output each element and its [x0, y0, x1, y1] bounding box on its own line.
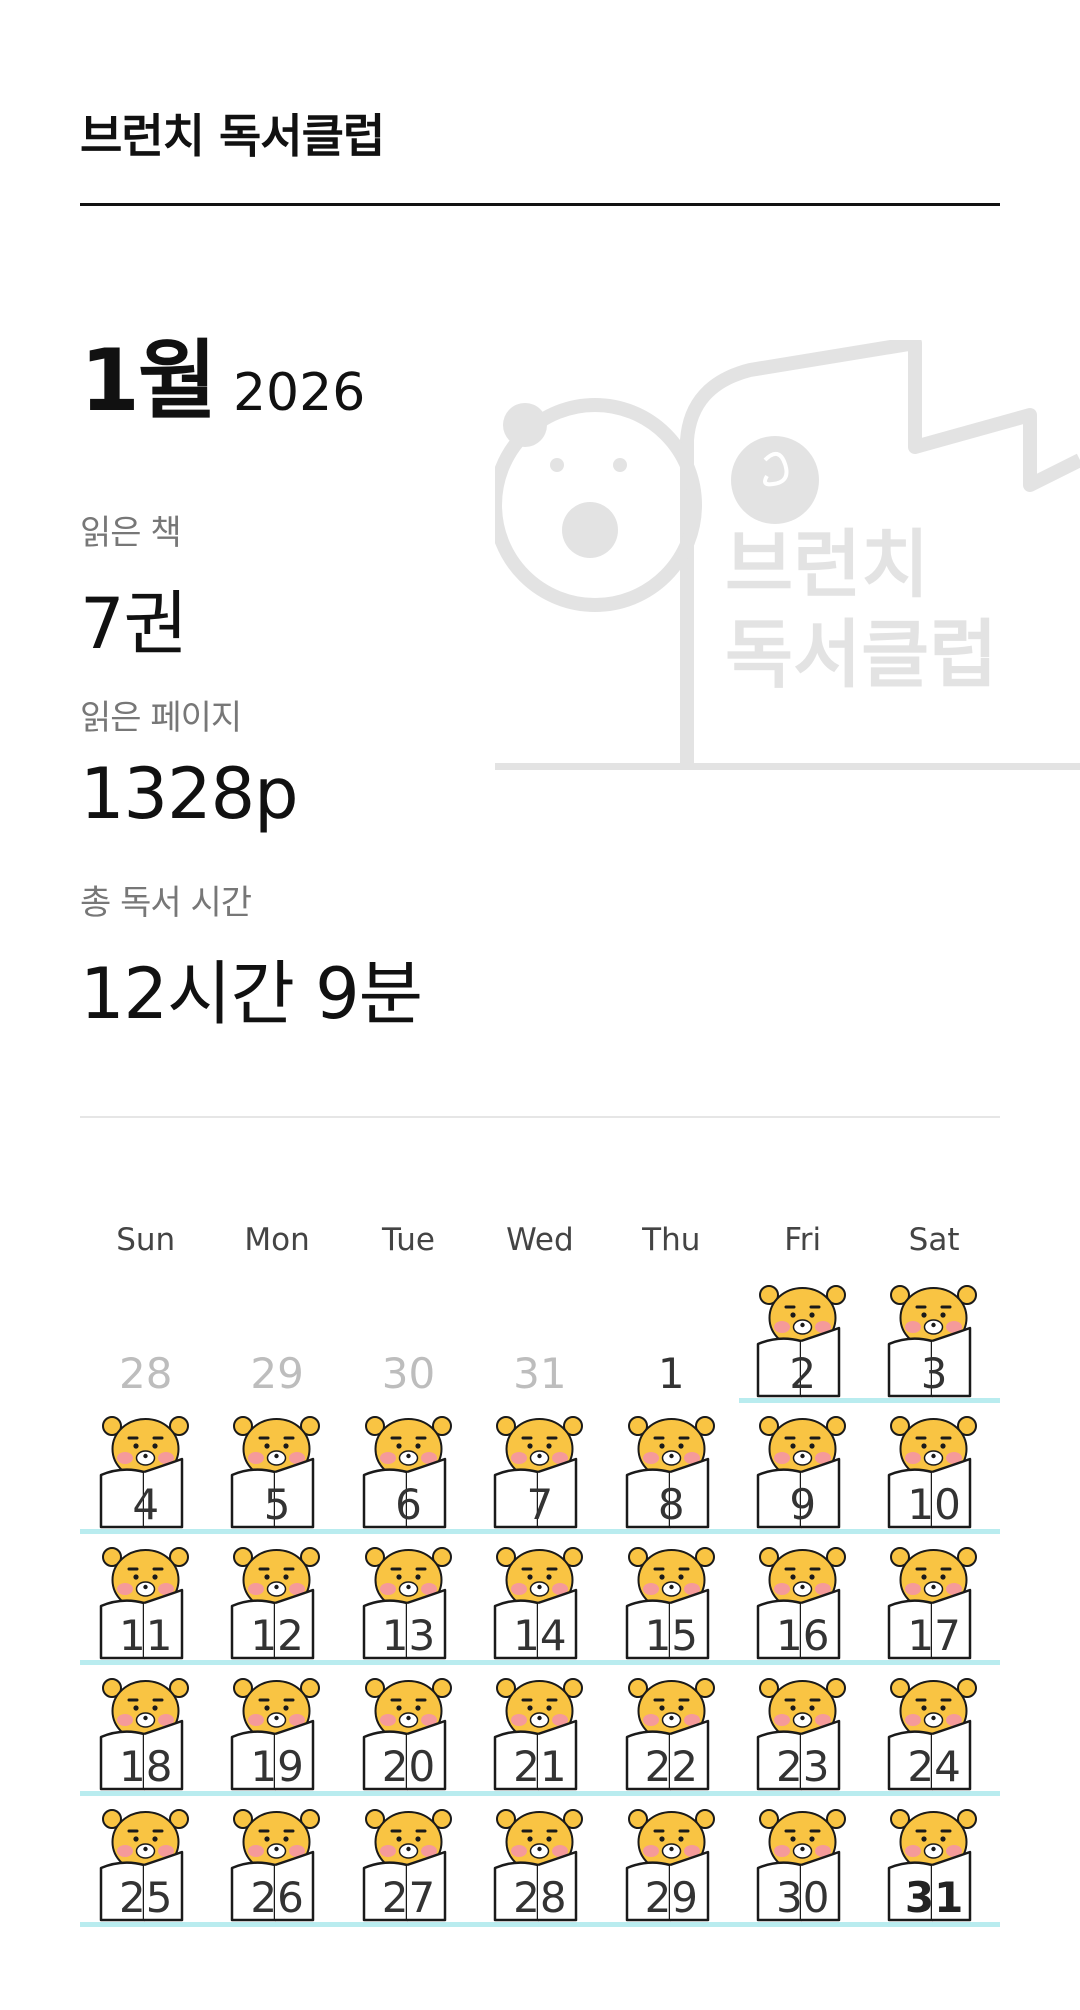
- calendar-day-number: 9: [789, 1480, 817, 1529]
- calendar-day[interactable]: 23: [737, 1673, 868, 1803]
- calendar-day-number: 12: [250, 1611, 304, 1660]
- calendar-day[interactable]: 6: [343, 1411, 474, 1541]
- calendar-day-number: 30: [381, 1349, 436, 1398]
- calendar-day[interactable]: 5: [211, 1411, 342, 1541]
- calendar-day-number: 18: [118, 1742, 173, 1791]
- calendar-day-number: 4: [132, 1480, 160, 1529]
- calendar-day[interactable]: 9: [737, 1411, 868, 1541]
- calendar-day[interactable]: 30: [343, 1280, 474, 1410]
- books-label: 읽은 책: [80, 513, 182, 553]
- calendar-day-number: 19: [250, 1742, 304, 1791]
- calendar-day[interactable]: 1: [606, 1280, 737, 1410]
- calendar-day[interactable]: 3: [868, 1280, 999, 1410]
- calendar-day-number: 26: [250, 1873, 304, 1922]
- calendar-day-number: 16: [775, 1611, 830, 1660]
- calendar-day-number: 23: [775, 1742, 830, 1791]
- watermark-line-2: 독서클럽: [725, 612, 997, 698]
- calendar-day[interactable]: 26: [211, 1804, 342, 1934]
- calendar-day[interactable]: 22: [606, 1673, 737, 1803]
- calendar-day-number: 28: [513, 1873, 567, 1922]
- weekday-wed: Wed: [506, 1222, 574, 1258]
- watermark-line-1: 브런치: [725, 522, 929, 608]
- month-heading: 1월 2026: [80, 310, 365, 435]
- pages-label: 읽은 페이지: [80, 698, 242, 738]
- year-label: 2026: [232, 363, 366, 423]
- calendar-day-number: 21: [513, 1742, 567, 1791]
- calendar-day[interactable]: 18: [80, 1673, 211, 1803]
- calendar-day-number: 11: [118, 1611, 173, 1660]
- calendar-day[interactable]: 8: [606, 1411, 737, 1541]
- brunch-bookclub-watermark: 브런치 독서클럽: [495, 340, 1080, 770]
- month-label: 1월: [80, 331, 217, 431]
- header-divider: [80, 203, 1000, 206]
- calendar-day-number: 31: [904, 1873, 964, 1922]
- calendar-day[interactable]: 10: [868, 1411, 999, 1541]
- calendar-day[interactable]: 24: [868, 1673, 999, 1803]
- calendar-day[interactable]: 20: [343, 1673, 474, 1803]
- weekday-mon: Mon: [244, 1222, 310, 1258]
- books-value: 7권: [80, 583, 188, 665]
- reading-calendar: 28 29 30 31 1 2 3 4 5 6 7 8 9 10 11 12 13 14 15 16 17 18 19 20 2…: [80, 1280, 1000, 1940]
- calendar-day[interactable]: 28: [80, 1280, 211, 1410]
- calendar-day[interactable]: 31: [474, 1280, 605, 1410]
- stat-pages: 읽은 페이지 1328p: [80, 690, 299, 835]
- calendar-day-number: 2: [789, 1349, 817, 1398]
- time-label: 총 독서 시간: [80, 883, 252, 923]
- calendar-day-number: 8: [657, 1480, 685, 1529]
- calendar-day-number: 15: [644, 1611, 699, 1660]
- calendar-day[interactable]: 29: [606, 1804, 737, 1934]
- calendar-day[interactable]: 11: [80, 1542, 211, 1672]
- calendar-day[interactable]: 29: [211, 1280, 342, 1410]
- pages-value: 1328p: [80, 753, 299, 835]
- calendar-day-number: 6: [395, 1480, 422, 1529]
- calendar-day-number: 20: [381, 1742, 436, 1791]
- stat-books: 읽은 책 7권: [80, 505, 188, 669]
- calendar-day[interactable]: 25: [80, 1804, 211, 1934]
- calendar-day-number: 3: [920, 1349, 948, 1398]
- calendar-day[interactable]: 12: [211, 1542, 342, 1672]
- calendar-day-number: 10: [907, 1480, 961, 1529]
- calendar-day[interactable]: 17: [868, 1542, 999, 1672]
- calendar-day[interactable]: 7: [474, 1411, 605, 1541]
- weekday-tue: Tue: [382, 1222, 435, 1258]
- calendar-day-number: 7: [526, 1480, 554, 1529]
- calendar-day-number: 31: [513, 1349, 567, 1398]
- calendar-day-number: 1: [657, 1349, 685, 1398]
- calendar-day[interactable]: 31: [868, 1804, 999, 1934]
- calendar-day-number: 29: [644, 1873, 699, 1922]
- section-divider: [80, 1116, 1000, 1118]
- weekday-sat: Sat: [908, 1222, 960, 1258]
- calendar-day-number: 22: [644, 1742, 699, 1791]
- calendar-day[interactable]: 2: [737, 1280, 868, 1410]
- calendar-day-number: 24: [907, 1742, 961, 1791]
- stat-reading-time: 총 독서 시간 12시간 9분: [80, 875, 423, 1039]
- calendar-day[interactable]: 15: [606, 1542, 737, 1672]
- calendar-day[interactable]: 19: [211, 1673, 342, 1803]
- calendar-day[interactable]: 13: [343, 1542, 474, 1672]
- calendar-day[interactable]: 30: [737, 1804, 868, 1934]
- calendar-day[interactable]: 21: [474, 1673, 605, 1803]
- calendar-day-number: 28: [118, 1349, 173, 1398]
- calendar-day-number: 30: [775, 1873, 830, 1922]
- page-title: 브런치 독서클럽: [80, 109, 385, 163]
- calendar-day-number: 14: [513, 1611, 567, 1660]
- calendar-day[interactable]: 28: [474, 1804, 605, 1934]
- calendar-day-number: 29: [250, 1349, 304, 1398]
- calendar-day[interactable]: 27: [343, 1804, 474, 1934]
- calendar-day[interactable]: 16: [737, 1542, 868, 1672]
- calendar-day-number: 13: [381, 1611, 436, 1660]
- calendar-day[interactable]: 14: [474, 1542, 605, 1672]
- weekday-fri: Fri: [784, 1222, 822, 1258]
- calendar-day-number: 17: [907, 1611, 961, 1660]
- calendar-day-number: 5: [263, 1480, 291, 1529]
- calendar-day[interactable]: 4: [80, 1411, 211, 1541]
- weekday-thu: Thu: [642, 1222, 701, 1258]
- weekday-header: Sun Mon Tue Wed Thu Fri Sat: [80, 1222, 1000, 1262]
- calendar-day-number: 25: [118, 1873, 173, 1922]
- time-value: 12시간 9분: [80, 953, 423, 1035]
- weekday-sun: Sun: [116, 1222, 176, 1258]
- calendar-day-number: 27: [381, 1873, 436, 1922]
